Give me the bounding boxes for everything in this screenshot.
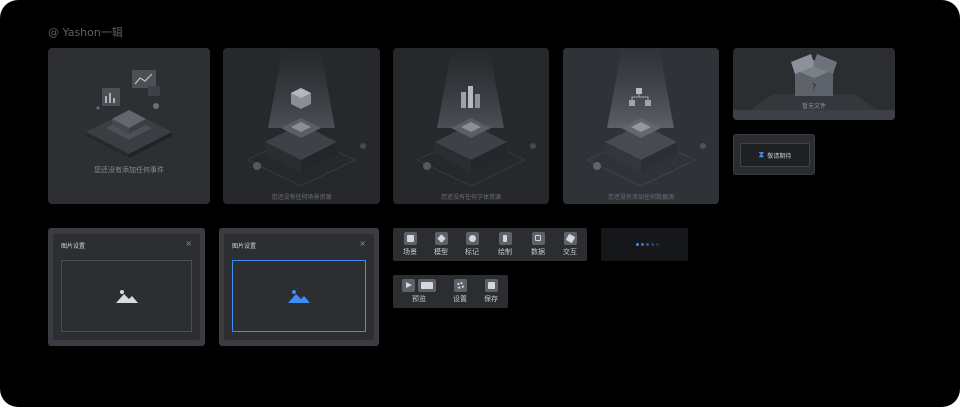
data-icon [531, 232, 545, 245]
image-settings-dialog-hover: 图片设置 × [219, 228, 379, 346]
tool-label: 标记 [465, 248, 479, 256]
toolbar-save-button[interactable]: 保存 [478, 279, 504, 307]
model-icon [434, 232, 448, 245]
tool-label: 模型 [434, 248, 448, 256]
tool-label: 数据 [531, 248, 545, 256]
empty-state-files: ? 暂无文件 [733, 48, 895, 120]
loading-dots [636, 243, 659, 246]
editor-toolbar: 场景 模型 标记 绘制 数据 交互 [393, 228, 587, 261]
tool-label: 绘制 [498, 248, 512, 256]
tool-label: 保存 [484, 295, 498, 303]
tool-label: 场景 [403, 248, 417, 256]
image-placeholder-icon [115, 290, 138, 303]
artboard: @ Yashon一辑 您还没有添加任何事件 您还没有任何场景资源 您还没有任何字… [0, 0, 960, 407]
image-drop-zone-active[interactable] [232, 260, 366, 332]
empty-state-events: 您还没有添加任何事件 [48, 48, 210, 204]
tool-label: 交互 [563, 248, 577, 256]
isometric-bars-illustration [416, 48, 536, 187]
toolbar-settings-button[interactable]: 设置 [447, 279, 473, 307]
author-credit: @ Yashon一辑 [48, 26, 123, 39]
close-icon[interactable]: × [185, 239, 192, 248]
action-toolbar: 预览 设置 保存 [393, 275, 508, 308]
dialog-title: 图片设置 [61, 243, 86, 250]
loading-indicator [601, 228, 688, 261]
close-icon[interactable]: × [359, 239, 366, 248]
empty-fonts-caption: 您还没有任何字体资源 [440, 194, 501, 201]
dialog-title: 图片设置 [232, 243, 257, 250]
interact-icon [563, 232, 577, 245]
toolbar-draw-button[interactable]: 绘制 [492, 232, 518, 260]
empty-events-caption: 您还没有添加任何事件 [94, 166, 164, 174]
mark-icon [465, 232, 479, 245]
tool-label: 预览 [412, 295, 426, 303]
toolbar-interact-button[interactable]: 交互 [557, 232, 583, 260]
toolbar-mark-button[interactable]: 标记 [459, 232, 485, 260]
tool-label: 设置 [453, 295, 467, 303]
coming-soon-label: 敬请期待 [767, 152, 792, 160]
hourglass-icon: ⧗ [758, 150, 765, 159]
empty-state-scene: 您还没有任何场景资源 [223, 48, 380, 204]
isometric-server-illustration [86, 70, 172, 158]
image-drop-zone[interactable] [61, 260, 192, 332]
empty-scene-caption: 您还没有任何场景资源 [271, 194, 332, 201]
preview-icon [402, 279, 415, 292]
isometric-cube-illustration [246, 48, 366, 187]
monitor-icon [418, 279, 436, 292]
svg-text:?: ? [812, 83, 817, 93]
toolbar-model-button[interactable]: 模型 [428, 232, 454, 260]
empty-state-fonts: 您还没有任何字体资源 [393, 48, 549, 204]
image-placeholder-icon [288, 290, 310, 303]
empty-state-datasource: 您还没有添加任何数据源 [563, 48, 719, 204]
coming-soon-button[interactable]: ⧗ 敬请期待 [740, 143, 810, 167]
toolbar-scene-button[interactable]: 场景 [397, 232, 423, 260]
image-settings-dialog-default: 图片设置 × [48, 228, 205, 346]
toolbar-data-button[interactable]: 数据 [525, 232, 551, 260]
dialog-panel: 图片设置 × [224, 234, 374, 340]
empty-files-caption: 暂无文件 [801, 103, 826, 110]
dialog-panel: 图片设置 × [53, 234, 200, 340]
settings-icon [453, 279, 467, 292]
coming-soon-panel: ⧗ 敬请期待 [733, 134, 815, 175]
scene-icon [403, 232, 417, 245]
save-icon [484, 279, 498, 292]
isometric-tree-illustration [586, 48, 706, 187]
empty-datasource-caption: 您还没有添加任何数据源 [607, 194, 674, 201]
toolbar-preview-button[interactable]: 预览 [399, 279, 439, 307]
draw-icon [498, 232, 512, 245]
